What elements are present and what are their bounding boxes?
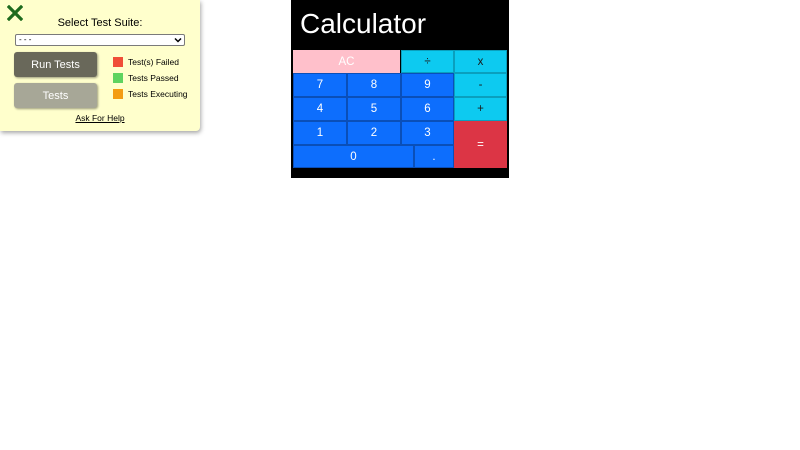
zero-button[interactable]: 0 <box>293 145 414 168</box>
two-button[interactable]: 2 <box>347 121 401 145</box>
calculator: Calculator AC ÷ x 7 8 9 - 4 5 6 + 1 2 3 … <box>291 0 509 178</box>
legend-executing-label: Tests Executing <box>128 89 188 99</box>
clear-button[interactable]: AC <box>293 50 400 73</box>
legend-passed: Tests Passed <box>113 73 179 83</box>
legend-passed-label: Tests Passed <box>128 73 179 83</box>
six-button[interactable]: 6 <box>401 97 454 121</box>
ask-for-help-link[interactable]: Ask For Help <box>0 113 200 123</box>
suite-label: Select Test Suite: <box>57 17 143 29</box>
decimal-button[interactable]: . <box>414 145 454 168</box>
add-button[interactable]: + <box>454 97 507 121</box>
four-button[interactable]: 4 <box>293 97 347 121</box>
test-panel: Select Test Suite: - - - Run Tests Tests… <box>0 0 200 131</box>
subtract-button[interactable]: - <box>454 73 507 97</box>
nine-button[interactable]: 9 <box>401 73 454 97</box>
run-tests-button[interactable]: Run Tests <box>14 52 97 77</box>
one-button[interactable]: 1 <box>293 121 347 145</box>
multiply-button[interactable]: x <box>454 50 507 73</box>
failed-swatch <box>113 57 123 67</box>
legend-failed: Test(s) Failed <box>113 57 179 67</box>
tests-button[interactable]: Tests <box>14 83 97 108</box>
five-button[interactable]: 5 <box>347 97 401 121</box>
suite-select-value: - - - <box>19 35 32 44</box>
suite-select[interactable]: - - - <box>15 34 185 46</box>
three-button[interactable]: 3 <box>401 121 454 145</box>
executing-swatch <box>113 89 123 99</box>
equals-button[interactable]: = <box>454 121 507 168</box>
passed-swatch <box>113 73 123 83</box>
seven-button[interactable]: 7 <box>293 73 347 97</box>
calculator-display: Calculator <box>300 8 427 39</box>
legend-executing: Tests Executing <box>113 89 188 99</box>
chevron-down-icon <box>174 37 182 43</box>
eight-button[interactable]: 8 <box>347 73 401 97</box>
divide-button[interactable]: ÷ <box>401 50 454 73</box>
legend-failed-label: Test(s) Failed <box>128 57 180 67</box>
